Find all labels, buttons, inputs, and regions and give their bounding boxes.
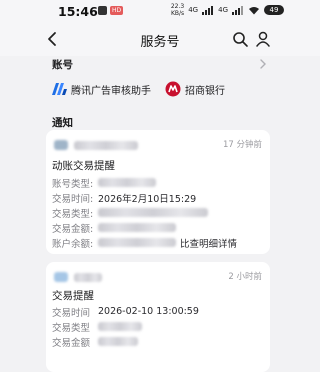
wifi-icon — [249, 6, 259, 14]
row-label: 交易时间: — [52, 193, 94, 205]
card-timestamp: 2 小时前 — [228, 272, 262, 282]
row-value: 比查明细详情 — [180, 238, 238, 250]
status-notification-icons: HD — [98, 6, 124, 15]
network-speed-unit: KB/s — [170, 10, 185, 17]
row-value: 2026-02-10 13:00:59 — [98, 306, 199, 317]
card-timestamp: 17 分钟前 — [222, 140, 262, 150]
row-value: 2026年2月10日15:29 — [98, 193, 197, 205]
cmb-bank-logo-icon — [165, 81, 181, 97]
card-row: 交易时间 2026-02-10 13:00:59 — [52, 305, 199, 319]
page-title: 服务号 — [140, 35, 180, 50]
row-label: 交易时间 — [52, 307, 91, 319]
network-type-2: 4G — [218, 6, 228, 14]
card-row: 交易金额 — [52, 335, 138, 349]
notification-card[interactable]: 17 分钟前 动账交易提醒 账号类型: 交易时间: 2026年2月10日15:2… — [46, 130, 270, 254]
card-row: 交易类型 — [52, 320, 142, 334]
card-sender — [54, 140, 138, 150]
row-label: 交易金额 — [52, 337, 91, 349]
card-row: 交易类型: — [52, 206, 208, 220]
accounts-heading: 账号 — [52, 59, 73, 71]
status-bar: 15:46 HD 22.3 KB/s 4G 4G 49 — [0, 0, 320, 22]
search-icon[interactable] — [231, 30, 249, 48]
app-notification-icon — [98, 6, 107, 15]
sender-avatar — [54, 272, 68, 282]
tencent-ads-logo-icon — [52, 83, 67, 95]
signal-icon — [202, 5, 214, 15]
card-sender — [54, 272, 102, 282]
account-name: 腾讯广告审核助手 — [71, 85, 151, 97]
card-row: 交易时间: 2026年2月10日15:29 — [52, 191, 197, 205]
signal-icon-2 — [232, 5, 243, 15]
row-value-redacted — [98, 178, 156, 187]
card-title: 交易提醒 — [52, 290, 94, 302]
row-label: 交易类型 — [52, 322, 91, 334]
row-label: 账户余额: — [52, 238, 94, 250]
card-row: 交易金额: — [52, 221, 176, 235]
nav-bar: 服务号 — [0, 22, 320, 56]
network-speed-value: 22.3 — [170, 3, 185, 10]
sender-name-redacted — [74, 140, 138, 150]
row-value-redacted — [98, 322, 142, 331]
hd-badge: HD — [110, 6, 124, 15]
row-value-redacted — [98, 223, 176, 232]
notification-card[interactable]: 2 小时前 交易提醒 交易时间 2026-02-10 13:00:59 交易类型… — [46, 262, 270, 372]
sender-avatar — [54, 140, 68, 150]
row-label: 交易金额: — [52, 223, 94, 235]
card-row: 账号类型: — [52, 176, 156, 190]
account-name: 招商银行 — [185, 85, 225, 97]
card-title: 动账交易提醒 — [52, 160, 115, 172]
network-speed: 22.3 KB/s — [171, 3, 184, 17]
user-icon[interactable] — [254, 30, 272, 48]
accounts-chevron-right-icon[interactable] — [259, 58, 267, 70]
row-value-redacted — [98, 208, 208, 217]
account-item-tencent-ads[interactable]: 腾讯广告审核助手 — [52, 80, 151, 98]
account-item-cmb[interactable]: 招商银行 — [165, 80, 225, 98]
row-value-redacted — [98, 337, 138, 346]
card-row: 账户余额: 比查明细详情 — [52, 236, 238, 250]
status-right: 22.3 KB/s 4G 4G 49 — [171, 3, 284, 17]
sender-name-redacted — [74, 272, 102, 282]
row-label: 账号类型: — [52, 178, 94, 190]
network-type-1: 4G — [188, 6, 199, 14]
row-value-redacted — [98, 238, 176, 247]
status-time: 15:46 — [58, 4, 98, 19]
notifications-heading: 通知 — [52, 117, 73, 129]
row-label: 交易类型: — [52, 208, 94, 220]
battery-icon: 49 — [264, 5, 284, 15]
